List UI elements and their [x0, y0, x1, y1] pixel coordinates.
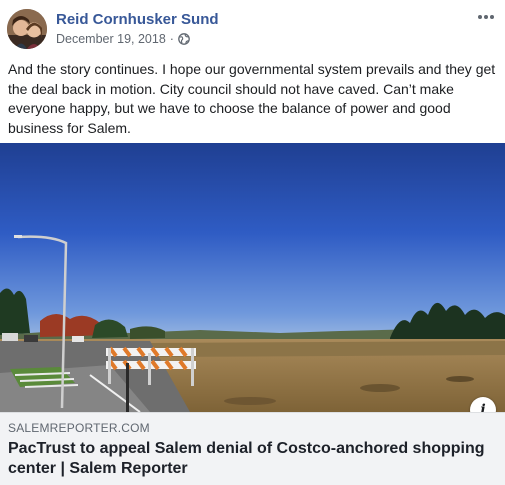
post-meta: December 19, 2018 · — [56, 32, 190, 46]
post-date[interactable]: December 19, 2018 — [56, 32, 166, 46]
link-preview-footer[interactable]: SALEMREPORTER.COM PacTrust to appeal Sal… — [0, 412, 505, 485]
post-author-name[interactable]: Reid Cornhusker Sund — [56, 11, 219, 28]
globe-icon[interactable] — [178, 33, 190, 45]
facebook-post: Reid Cornhusker Sund December 19, 2018 ·… — [0, 0, 505, 485]
link-preview-image[interactable] — [0, 143, 505, 412]
more-options-icon[interactable] — [475, 6, 497, 28]
link-domain: SALEMREPORTER.COM — [8, 421, 150, 435]
avatar[interactable] — [7, 9, 47, 49]
meta-separator: · — [169, 32, 174, 46]
link-title[interactable]: PacTrust to appeal Salem denial of Costc… — [8, 439, 496, 479]
post-text: And the story continues. I hope our gove… — [8, 61, 496, 136]
